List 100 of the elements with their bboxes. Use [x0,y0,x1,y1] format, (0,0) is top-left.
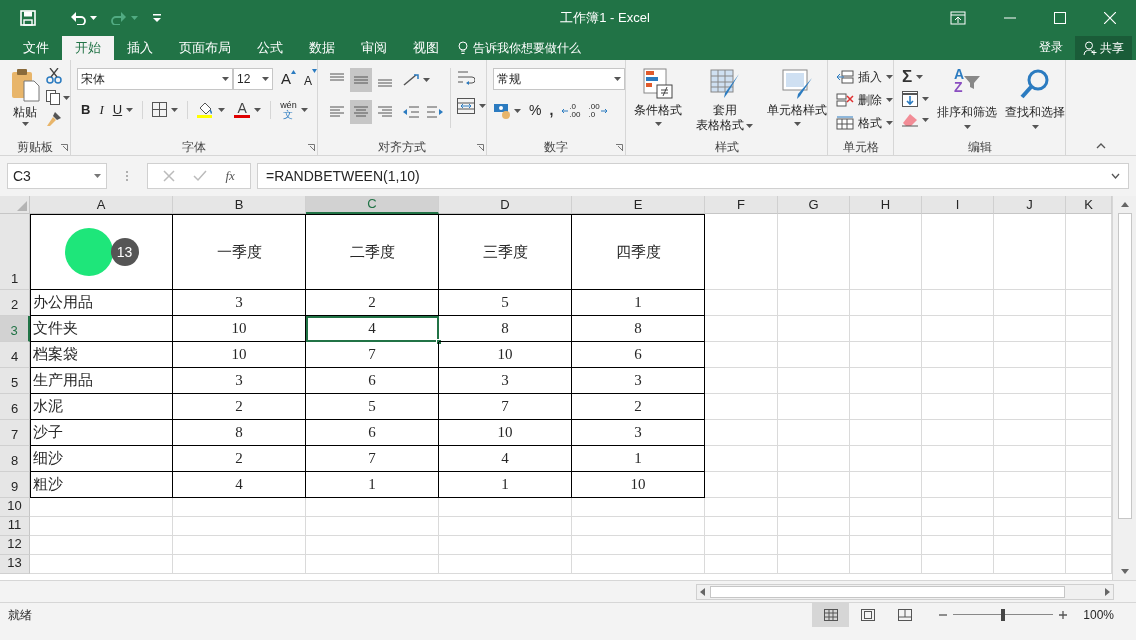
row-header[interactable]: 11 [0,517,30,536]
normal-view-icon[interactable] [823,608,838,621]
table-cell[interactable]: 5 [439,290,572,316]
column-header[interactable]: B [173,196,306,214]
table-cell[interactable]: 一季度 [173,214,306,290]
row-header[interactable]: 3 [0,316,30,342]
underline-button[interactable]: U [112,100,123,120]
bold-button[interactable]: B [81,100,91,120]
row-header[interactable]: 2 [0,290,30,316]
caret-icon[interactable] [21,122,29,126]
comma-button[interactable]: , [549,100,554,121]
table-cell[interactable]: 4 [306,316,439,342]
scroll-right-icon[interactable] [1105,587,1110,596]
caret-icon[interactable] [654,122,662,126]
table-cell[interactable]: 10 [439,342,572,368]
cancel-icon[interactable] [163,170,176,182]
row-header[interactable]: 7 [0,420,30,446]
merge-center-icon[interactable] [457,98,476,114]
menu-tab[interactable]: 数据 [296,36,348,60]
column-header[interactable]: D [439,196,572,214]
caret-icon[interactable] [423,78,431,82]
redo-icon[interactable] [111,11,127,25]
column-header[interactable]: F [705,196,778,214]
align-left-icon[interactable] [329,104,346,120]
align-center-icon[interactable] [353,104,370,120]
up-triangle-icon[interactable] [291,70,296,74]
caret-icon[interactable] [218,107,226,112]
sort-filter-button[interactable]: 排序和筛选 [937,103,998,121]
cut-icon[interactable] [46,68,62,84]
collapse-ribbon-icon[interactable] [1096,143,1106,149]
caret-icon[interactable] [63,95,70,100]
table-cell[interactable]: 10 [439,420,572,446]
shrink-font-button[interactable]: A [304,71,313,90]
conditional-format-icon[interactable] [642,68,675,100]
person-add-icon[interactable] [1083,41,1097,55]
caret-icon[interactable] [171,107,179,112]
table-cell[interactable]: 10 [173,342,306,368]
currency-icon[interactable] [493,102,512,119]
table-cell[interactable]: 沙子 [30,420,173,446]
formula-input[interactable]: =RANDBETWEEN(1,10) [257,163,1129,189]
decrease-indent-icon[interactable] [402,105,421,119]
table-cell[interactable]: 6 [306,368,439,394]
menu-tab[interactable]: 开始 [62,36,114,60]
caret-icon[interactable] [963,125,971,129]
delete-cells-icon[interactable] [836,93,855,107]
fill-handle[interactable] [436,339,442,345]
insert-cells-icon[interactable] [836,70,855,84]
row-header[interactable]: 4 [0,342,30,368]
table-cell[interactable]: 3 [439,368,572,394]
cells-button[interactable]: 格式 [858,114,883,132]
row-header[interactable]: 12 [0,536,30,555]
dialog-launcher-icon[interactable] [616,144,624,151]
enter-icon[interactable] [193,170,208,182]
view-button[interactable] [812,602,850,627]
phonetic-button[interactable]: wén [280,100,297,110]
row-header[interactable]: 10 [0,498,30,517]
paste-button[interactable]: 粘贴 [13,103,37,121]
column-header[interactable]: K [1066,196,1112,214]
caret-icon[interactable] [1031,125,1039,129]
table-cell[interactable]: 文件夹 [30,316,173,342]
table-cell[interactable]: 2 [173,394,306,420]
percent-button[interactable]: % [529,100,542,121]
page-break-icon[interactable] [897,608,912,621]
column-header[interactable]: C [306,196,439,214]
menu-tab[interactable]: 审阅 [348,36,400,60]
right-arrow-icon[interactable] [600,107,608,114]
menu-tab[interactable]: 公式 [244,36,296,60]
cells-button[interactable]: 删除 [858,91,883,109]
table-cell[interactable]: 4 [439,446,572,472]
column-header[interactable]: A [30,196,173,214]
row-header[interactable]: 13 [0,555,30,574]
caret-icon[interactable] [614,77,622,81]
column-header[interactable]: E [572,196,705,214]
style-button-label[interactable]: 套用 [712,103,737,118]
orientation-icon[interactable] [402,73,421,87]
table-cell[interactable]: 3 [173,368,306,394]
borders-icon[interactable] [152,102,168,118]
paste-icon[interactable] [10,68,40,102]
menu-tab[interactable]: 文件 [10,36,62,60]
cells-button[interactable]: 插入 [858,68,883,86]
table-cell[interactable]: 2 [173,446,306,472]
style-button-label[interactable]: 表格格式 [696,118,745,133]
scroll-left-icon[interactable] [700,587,705,596]
customize-icon[interactable] [152,13,162,23]
table-cell[interactable]: 8 [173,420,306,446]
font-color-button[interactable]: A [237,101,247,116]
row-header[interactable]: 6 [0,394,30,420]
caret-icon[interactable] [262,77,269,81]
filter-icon[interactable] [964,74,981,90]
table-cell[interactable]: 6 [306,420,439,446]
font-name-dropdown[interactable]: 宋体 [77,68,233,90]
caret-icon[interactable] [746,123,754,128]
maximize-icon[interactable] [1054,12,1066,24]
fill-color-icon[interactable] [197,101,215,119]
menu-tab[interactable]: 插入 [114,36,166,60]
sign-in-link[interactable]: 登录 [1039,38,1063,56]
wrap-text-icon[interactable] [457,70,476,86]
dialog-launcher-icon[interactable] [477,144,485,151]
caret-icon[interactable] [886,98,894,102]
format-cells-icon[interactable] [836,116,855,130]
